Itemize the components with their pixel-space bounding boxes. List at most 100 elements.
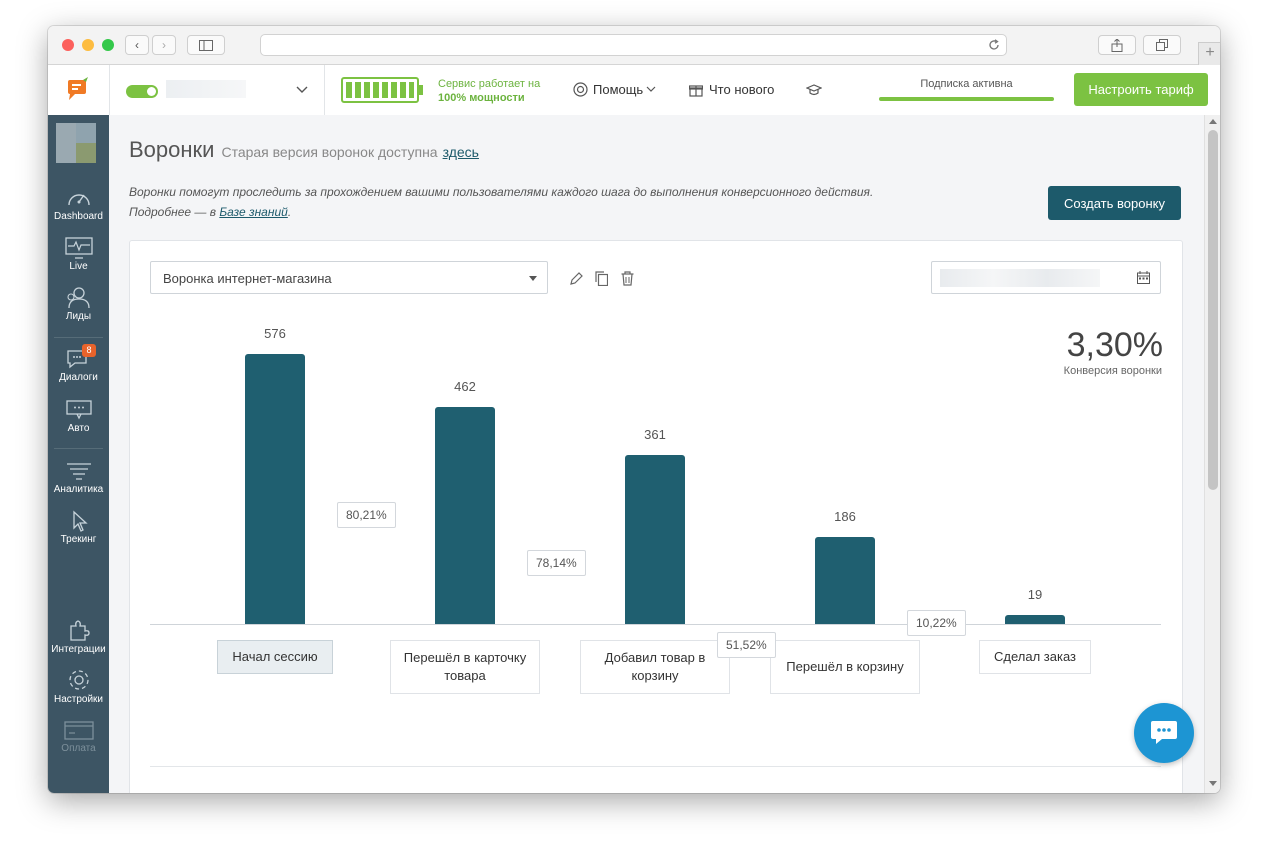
back-button[interactable]: ‹: [125, 35, 149, 55]
sidebar-toggle-button[interactable]: [187, 35, 225, 55]
step-label[interactable]: Сделал заказ: [979, 640, 1091, 674]
site-name-hidden: [166, 80, 246, 98]
knowledge-base-link[interactable]: Базе знаний: [219, 205, 287, 219]
battery-icon: [341, 77, 423, 103]
service-status-line1: Сервис работает на: [438, 78, 541, 90]
funnel-bar: [625, 455, 685, 624]
sidebar-item-label: Диалоги: [59, 372, 98, 383]
step-conversion-badge: 51,52%: [717, 632, 776, 658]
sidebar-item-analytics[interactable]: Аналитика: [48, 460, 109, 495]
scrollbar[interactable]: [1204, 115, 1220, 793]
scrollbar-thumb[interactable]: [1208, 130, 1218, 490]
subscription-status: Подписка активна: [920, 78, 1013, 90]
caret-down-icon: [529, 276, 537, 281]
sidebar-item-label: Live: [69, 261, 88, 272]
card-divider: [150, 766, 1161, 767]
tabs-overview-button[interactable]: [1143, 35, 1181, 55]
sidebar-item-label: Интеграции: [51, 644, 106, 655]
funnel-chart: 576 Начал сессию 462 Перешёл в карточку тов…: [150, 316, 1161, 696]
funnel-select[interactable]: Воронка интернет-магазина: [150, 261, 548, 294]
page-title: Воронки: [129, 137, 215, 162]
scroll-down-icon[interactable]: [1209, 781, 1217, 786]
bar-value-label: 576: [264, 326, 286, 341]
sidebar: Dashboard Live Лиды Диалоги 8 Авто Анали…: [48, 115, 109, 793]
users-icon: [66, 287, 90, 309]
logo-area[interactable]: [48, 65, 110, 115]
reload-icon[interactable]: [988, 39, 1000, 51]
sidebar-item-payment[interactable]: Оплата: [48, 719, 109, 754]
tabs-icon: [1156, 39, 1168, 51]
step-conversion-badge: 80,21%: [337, 502, 396, 528]
browser-window: ‹ › + Сервис работает на 100% мощности П…: [48, 26, 1220, 793]
share-icon: [1111, 38, 1123, 52]
configure-tariff-button[interactable]: Настроить тариф: [1074, 73, 1208, 106]
old-version-link[interactable]: здесь: [443, 144, 479, 160]
bar-value-label: 462: [454, 379, 476, 394]
funnel-bar: [245, 354, 305, 624]
description-line1: Воронки помогут проследить за прохождени…: [129, 185, 874, 199]
address-bar[interactable]: [260, 34, 1007, 56]
unread-badge: 8: [82, 344, 96, 357]
sidebar-item-label: Лиды: [65, 311, 92, 322]
step-conversion-badge: 78,14%: [527, 550, 586, 576]
minimize-window-button[interactable]: [82, 39, 94, 51]
plus-icon: +: [1205, 44, 1215, 61]
scroll-up-icon[interactable]: [1209, 119, 1217, 124]
sidebar-item-dialogs[interactable]: Диалоги 8: [48, 344, 109, 383]
step-label[interactable]: Добавил товар в корзину: [580, 640, 730, 694]
description-suffix: .: [287, 205, 292, 219]
bar-value-label: 19: [1027, 587, 1043, 602]
funnel-bar: [1005, 615, 1065, 624]
forward-button[interactable]: ›: [152, 35, 176, 55]
share-button[interactable]: [1098, 35, 1136, 55]
carrot-logo-icon: [68, 77, 88, 100]
sidebar-icon: [199, 39, 213, 51]
chat-icon: [1151, 721, 1177, 744]
copy-icon[interactable]: [595, 271, 608, 286]
avatar[interactable]: [56, 123, 96, 163]
browser-toolbar: ‹ › +: [48, 26, 1220, 65]
trash-icon[interactable]: [621, 271, 634, 286]
graduation-cap-icon[interactable]: [806, 84, 822, 97]
chevron-down-icon[interactable]: [296, 86, 308, 94]
chat-widget-button[interactable]: [1134, 703, 1194, 763]
step-label[interactable]: Начал сессию: [217, 640, 333, 674]
help-menu[interactable]: Помощь: [573, 82, 656, 97]
sidebar-item-label: Трекинг: [60, 534, 97, 545]
site-toggle[interactable]: [126, 85, 158, 98]
card-icon: [63, 721, 94, 740]
sidebar-item-auto[interactable]: Авто: [48, 399, 109, 434]
page-header: Воронки Старая версия воронок доступна з…: [129, 137, 479, 163]
funnel-bar: [435, 407, 495, 624]
sidebar-item-integrations[interactable]: Интеграции: [48, 618, 109, 655]
step-label[interactable]: Перешёл в карточку товара: [390, 640, 540, 694]
sidebar-item-leads[interactable]: Лиды: [48, 287, 109, 322]
calendar-icon: [1137, 271, 1150, 284]
date-range-picker[interactable]: [931, 261, 1161, 294]
app-header: Сервис работает на 100% мощности Помощь …: [48, 65, 1220, 116]
create-funnel-button[interactable]: Создать воронку: [1048, 186, 1181, 220]
sidebar-item-label: Настройки: [53, 694, 104, 705]
funnel-bar: [815, 537, 875, 624]
subscription-progress-bar: [879, 97, 1054, 101]
close-window-button[interactable]: [62, 39, 74, 51]
chevron-down-icon: [646, 86, 656, 92]
whats-new-label: Что нового: [709, 82, 775, 97]
chart-baseline: [150, 624, 1161, 625]
funnel-lines-icon: [66, 463, 91, 480]
bar-value-label: 361: [644, 427, 666, 442]
auto-message-icon: [65, 400, 92, 420]
bar-value-label: 186: [834, 509, 856, 524]
step-conversion-badge: 10,22%: [907, 610, 966, 636]
sidebar-item-settings[interactable]: Настройки: [48, 668, 109, 705]
sidebar-item-tracking[interactable]: Трекинг: [48, 510, 109, 545]
zoom-window-button[interactable]: [102, 39, 114, 51]
new-tab-button[interactable]: +: [1198, 42, 1220, 65]
help-label: Помощь: [593, 82, 644, 97]
step-label[interactable]: Перешёл в корзину: [770, 640, 920, 694]
whats-new-link[interactable]: Что нового: [689, 82, 774, 97]
sidebar-item-live[interactable]: Live: [48, 237, 109, 272]
edit-icon[interactable]: [570, 272, 583, 285]
sidebar-item-label: Оплата: [61, 743, 96, 754]
sidebar-item-dashboard[interactable]: Dashboard: [48, 187, 109, 222]
